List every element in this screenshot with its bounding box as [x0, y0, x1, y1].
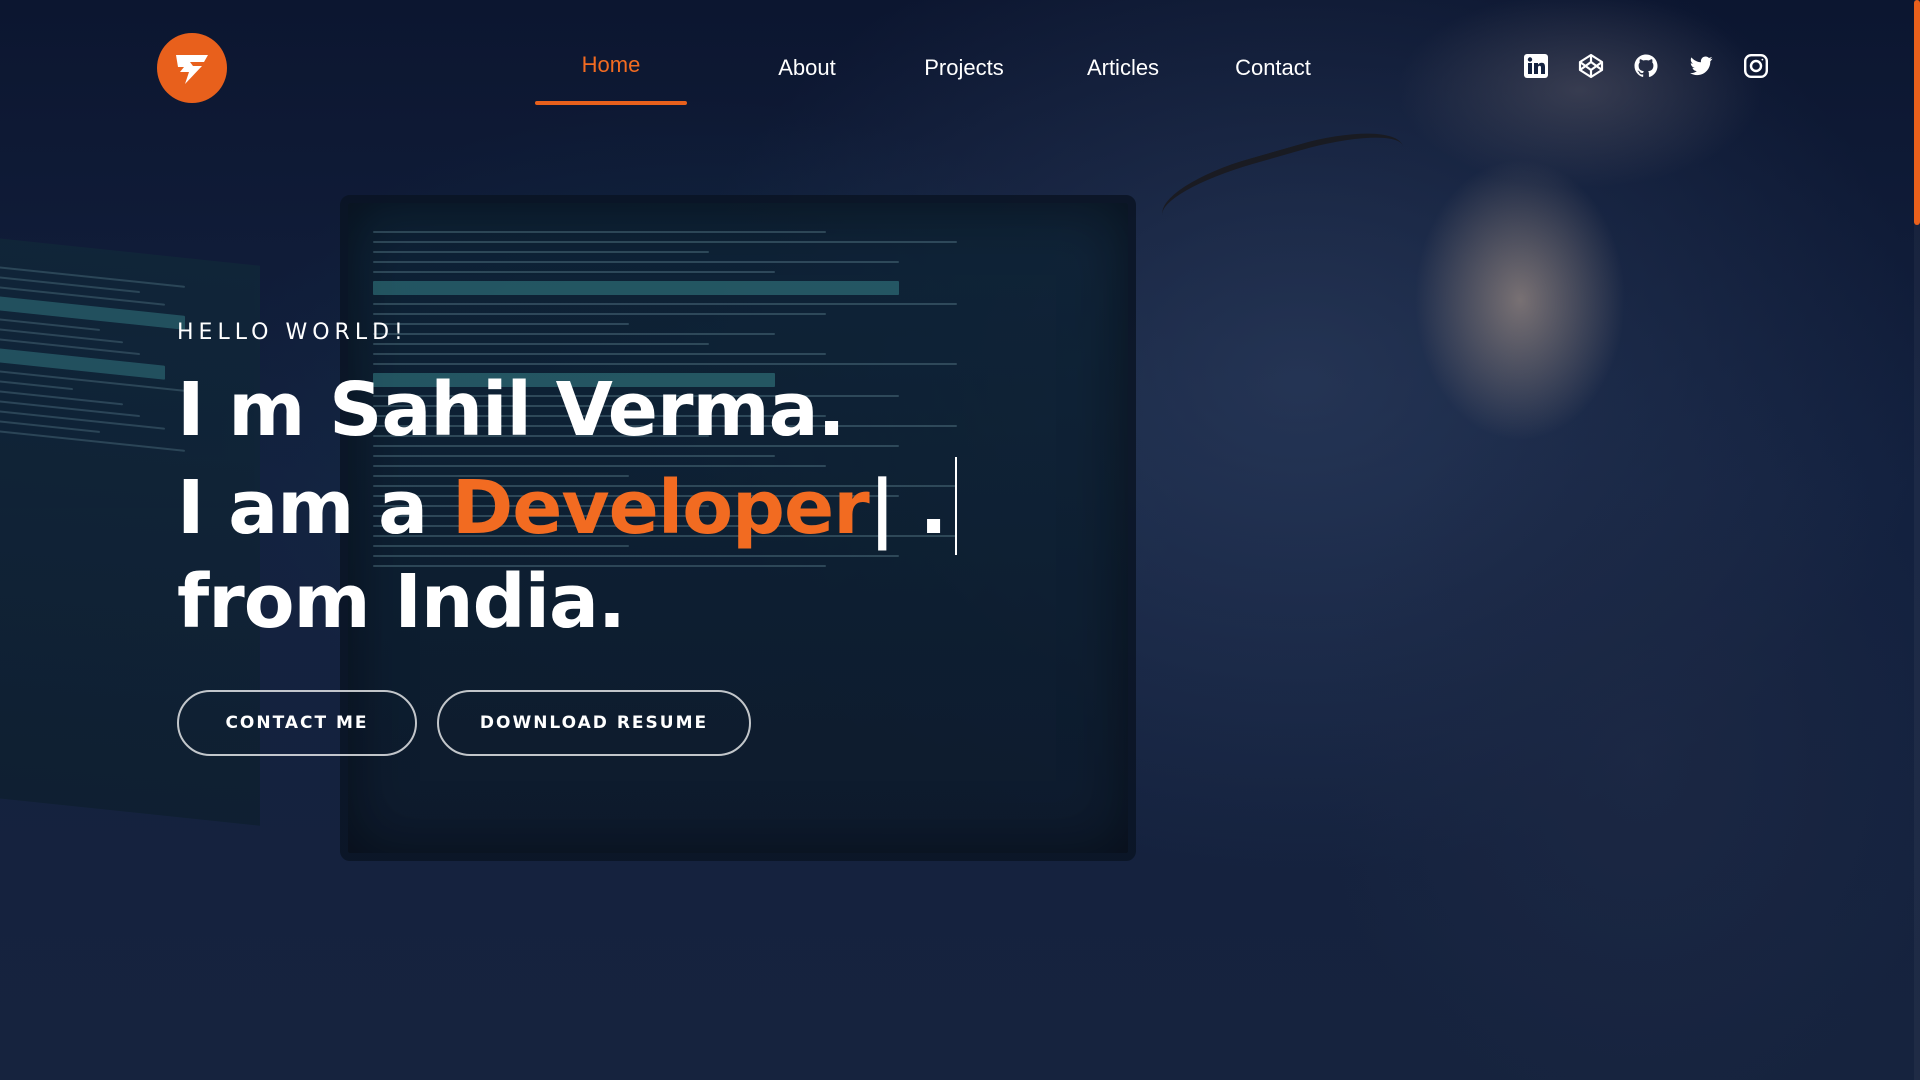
codepen-icon[interactable] [1577, 52, 1605, 80]
nav-item-label: Contact [1235, 55, 1311, 80]
nav-item-label: Home [581, 52, 641, 77]
nav-item-projects[interactable]: Projects [907, 44, 1021, 104]
site-header: Home About Projects Articles Contact [0, 0, 1920, 120]
nav-item-home[interactable]: Home [535, 44, 687, 105]
nav-item-label: Articles [1086, 55, 1160, 80]
linkedin-icon[interactable] [1522, 52, 1550, 80]
hero-section: HELLO WORLD! I m Sahil Verma. I am a Dev… [177, 320, 957, 649]
headline-line-2-prefix: I am a [177, 465, 452, 551]
text-caret [954, 457, 957, 555]
github-icon[interactable] [1632, 52, 1660, 80]
hero-buttons: CONTACT ME DOWNLOAD RESUME [177, 690, 751, 756]
headline-line-1: I m Sahil Verma. [177, 367, 846, 453]
social-links [1522, 52, 1770, 80]
contact-me-button[interactable]: CONTACT ME [177, 690, 417, 756]
headline-line-3: from India. [177, 559, 626, 645]
nav-item-label: Projects [924, 55, 1004, 80]
instagram-icon[interactable] [1742, 52, 1770, 80]
page-scrollbar[interactable] [1914, 0, 1920, 1080]
typing-cursor: | [868, 465, 896, 551]
logo-icon[interactable] [157, 33, 227, 103]
main-nav: Home About Projects Articles Contact [535, 44, 1327, 105]
download-resume-button[interactable]: DOWNLOAD RESUME [437, 690, 751, 756]
hero-greeting: HELLO WORLD! [177, 320, 408, 345]
hero-headline: I m Sahil Verma. I am a Developer| . fro… [177, 363, 957, 649]
headline-role: Developer [451, 465, 870, 551]
nav-item-contact[interactable]: Contact [1219, 44, 1327, 104]
twitter-icon[interactable] [1687, 52, 1715, 80]
nav-item-about[interactable]: About [749, 44, 865, 104]
nav-item-articles[interactable]: Articles [1073, 44, 1173, 104]
nav-item-label: About [778, 55, 836, 80]
headline-line-2-suffix: . [894, 465, 948, 551]
logo-mark-icon [176, 55, 208, 84]
